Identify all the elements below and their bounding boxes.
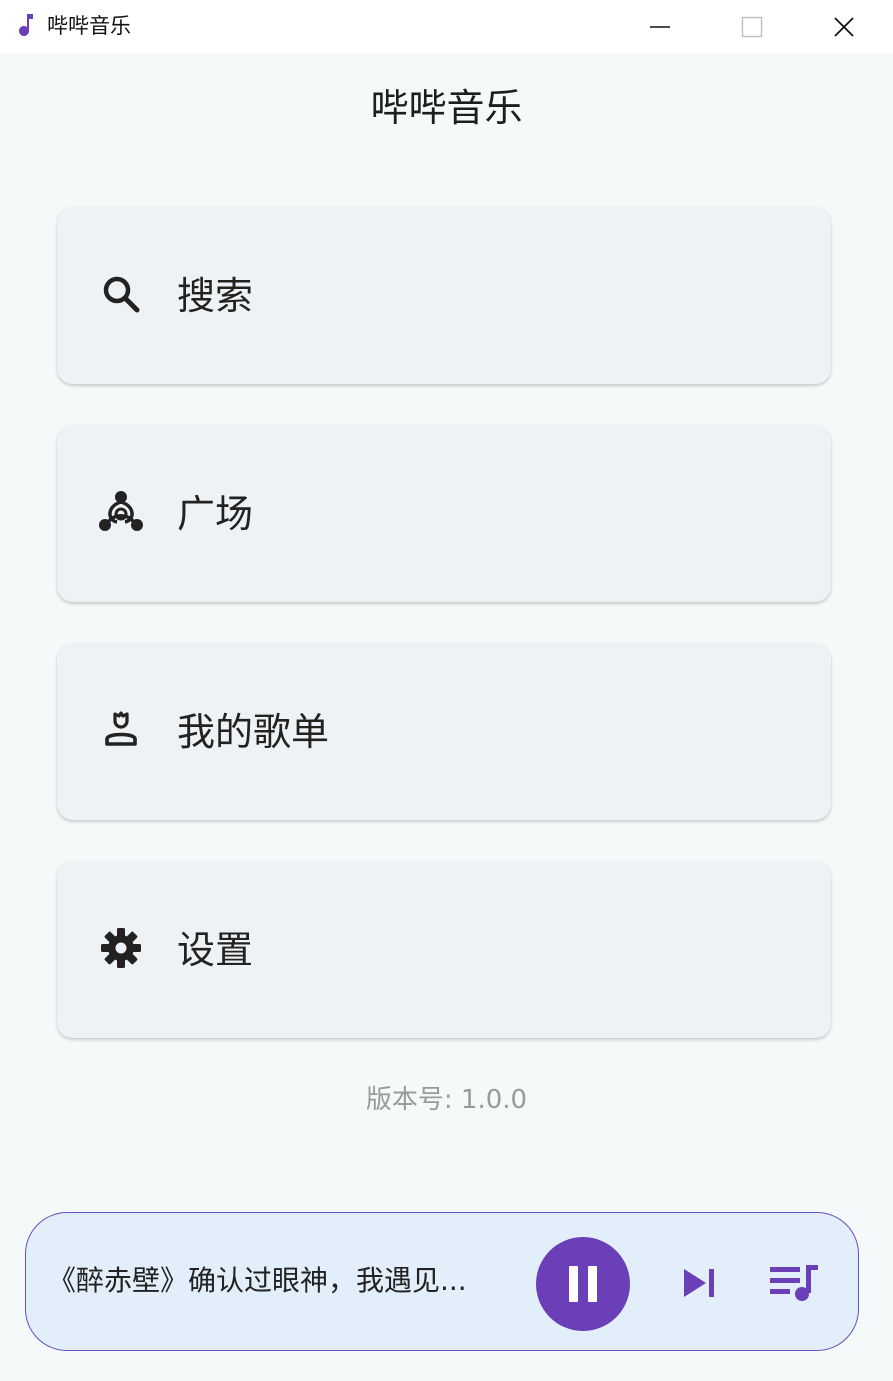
menu-item-settings[interactable]: 设置 [57,861,831,1038]
window-titlebar: 哔哔音乐 [0,0,893,53]
version-text: 版本号: 1.0.0 [365,1085,528,1115]
minimize-icon [650,25,670,28]
menu-item-label: 广场 [177,492,254,536]
page-title: 哔哔音乐 [370,86,523,130]
window-edge [885,53,893,1381]
menu-item-label: 设置 [177,928,254,972]
queue-music-icon[interactable] [766,1259,822,1307]
window-title: 哔哔音乐 [47,14,131,38]
pause-icon [569,1266,597,1302]
menu-item-my-playlists[interactable]: 我的歌单 [57,643,831,820]
search-icon [103,276,140,313]
gear-icon [101,928,141,968]
close-button[interactable] [798,0,890,53]
skip-next-icon[interactable] [678,1261,722,1305]
mini-player[interactable]: 《醉赤壁》确认过眼神，我遇见... [25,1212,859,1351]
menu-item-label: 我的歌单 [177,710,330,754]
user-playlist-icon [105,711,137,746]
menu-item-plaza[interactable]: 广场 [57,425,831,602]
minimize-button[interactable] [614,0,706,53]
maximize-icon [741,16,763,37]
menu-item-search[interactable]: 搜索 [57,207,831,384]
now-playing-title[interactable]: 《醉赤壁》确认过眼神，我遇见... [48,1261,518,1301]
hub-icon [99,491,143,531]
close-icon [834,16,854,37]
music-note-icon [19,14,33,36]
menu-item-label: 搜索 [177,274,254,318]
maximize-button[interactable] [706,0,798,53]
pause-button[interactable] [536,1237,630,1331]
